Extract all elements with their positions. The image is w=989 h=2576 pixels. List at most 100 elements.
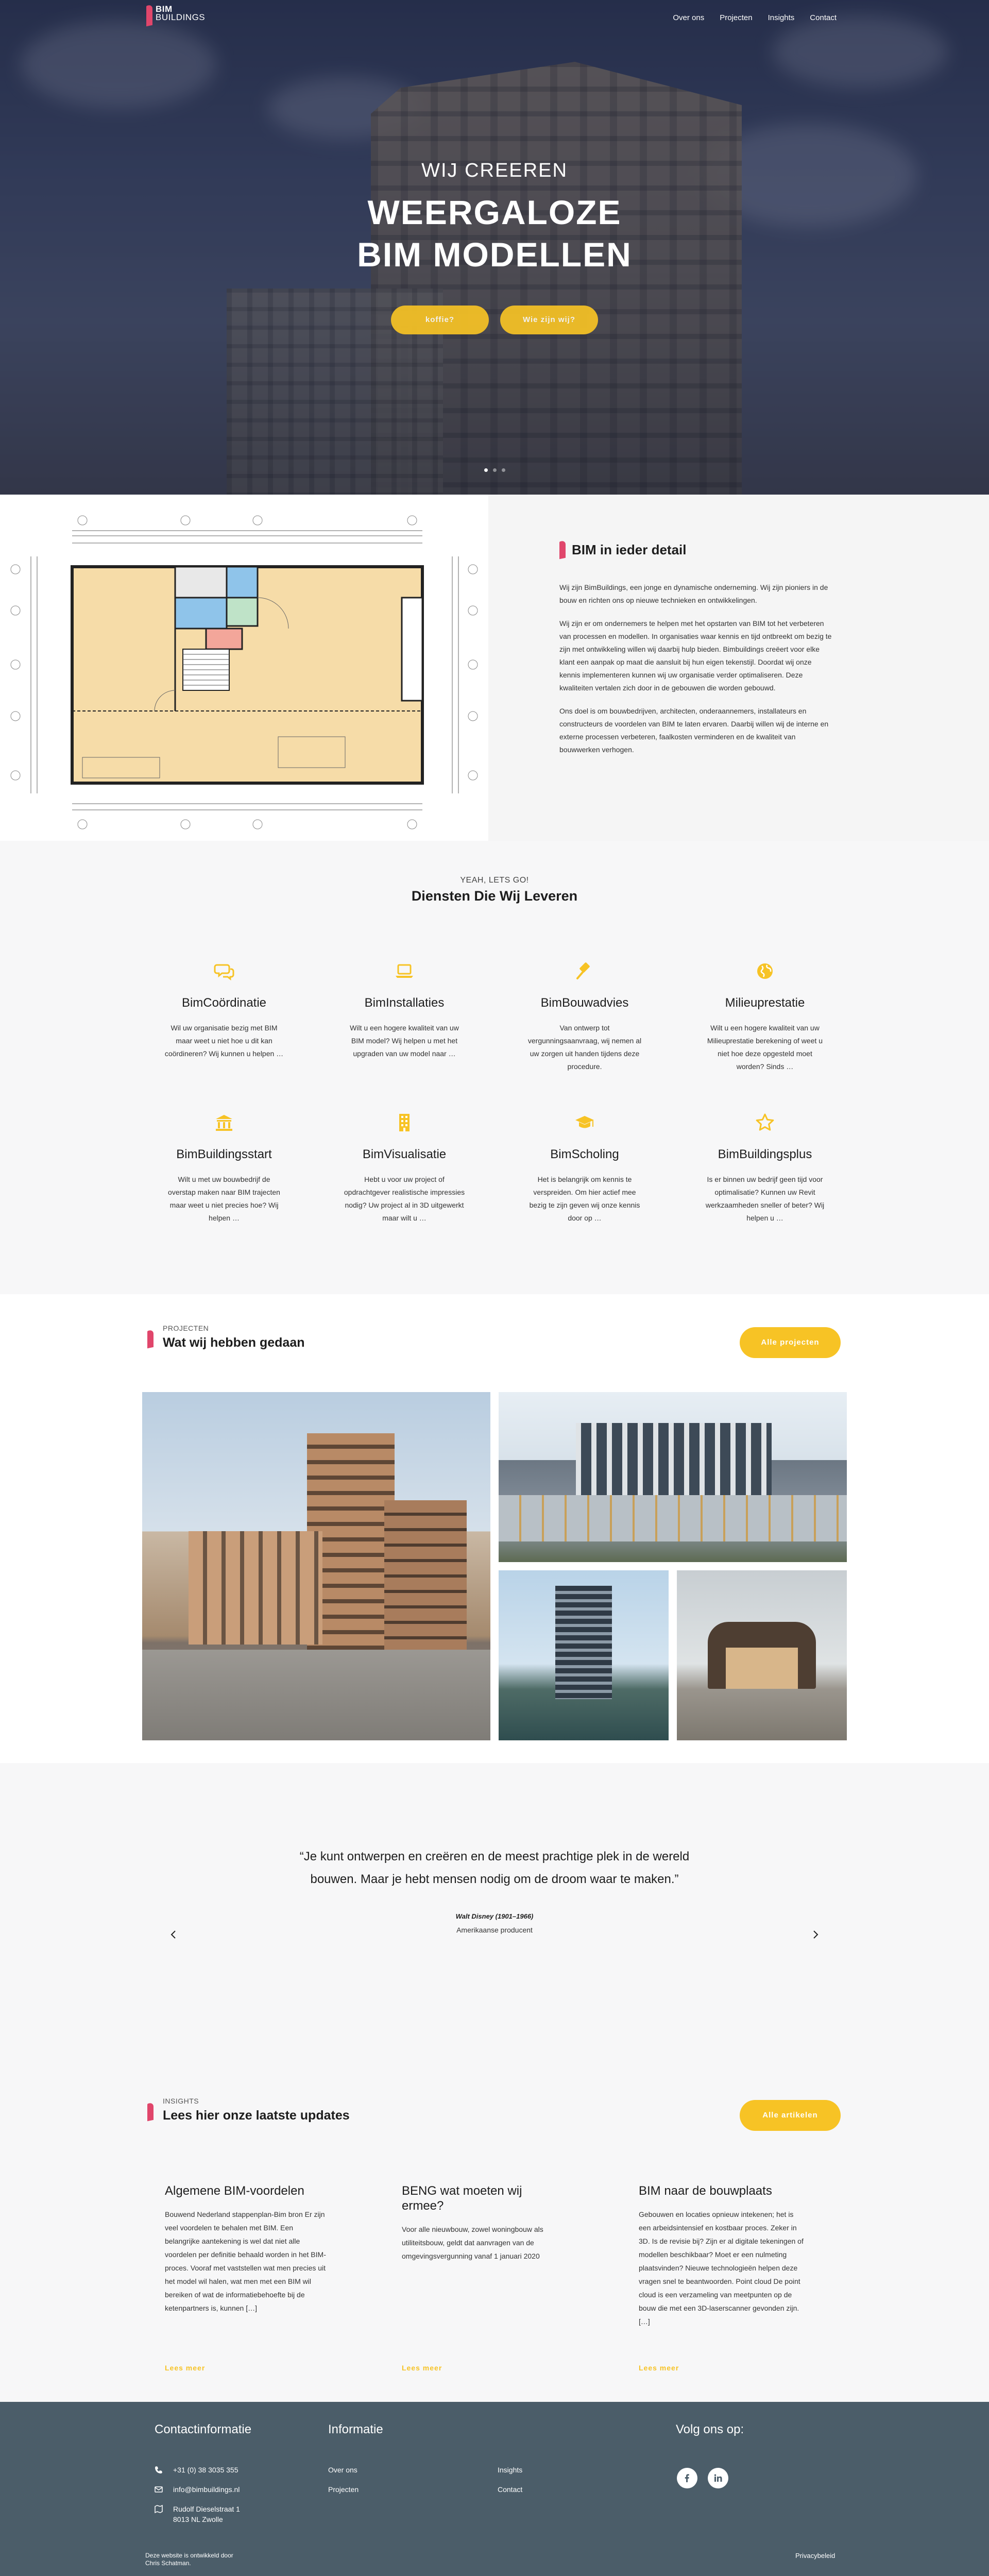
project-image[interactable] (142, 1392, 490, 1740)
comments-icon (213, 960, 235, 982)
slider-dots (0, 468, 989, 472)
slider-dot[interactable] (501, 468, 505, 472)
services-grid: BimCoördinatie Wil uw organisatie bezig … (134, 960, 855, 1225)
service-text: Wil uw organisatie bezig met BIM maar we… (164, 1024, 284, 1058)
service-text: Wilt u met uw bouwbedrijf de overstap ma… (168, 1175, 280, 1222)
detail-paragraph: Wij zijn er om ondernemers te helpen met… (559, 619, 832, 692)
projects-gallery (142, 1392, 847, 1740)
hero-section: BIM BUILDINGS Over ons Projecten Insight… (0, 0, 989, 495)
service-text: Hebt u voor uw project of opdrachtgever … (344, 1175, 465, 1222)
footer-link-contact[interactable]: Contact (498, 2485, 522, 2494)
privacy-link[interactable]: Privacybeleid (795, 2552, 835, 2560)
service-card[interactable]: BimBuildingsplus Is er binnen uw bedrijf… (675, 1111, 855, 1225)
globe-icon (754, 960, 776, 982)
nav-item-projecten[interactable]: Projecten (720, 13, 752, 22)
facebook-icon[interactable] (677, 2468, 697, 2488)
footer-email[interactable]: info@bimbuildings.nl (173, 2485, 240, 2494)
footer-address-line2: 8013 NL Zwolle (173, 2515, 223, 2523)
read-more-link[interactable]: Lees meer (165, 2364, 205, 2372)
footer-link-projecten[interactable]: Projecten (328, 2485, 359, 2494)
detail-heading: BIM in ieder detail (559, 540, 989, 560)
projects-title: Wat wij hebben gedaan (163, 1335, 305, 1350)
nav-item-insights[interactable]: Insights (768, 13, 795, 22)
logo-line2: BUILDINGS (156, 12, 206, 22)
top-navigation: BIM BUILDINGS Over ons Projecten Insight… (0, 0, 989, 41)
follow-title: Volg ons op: (676, 2422, 744, 2436)
quote-text: “Je kunt ontwerpen en creëren en de mees… (0, 1845, 989, 1891)
article-title[interactable]: BENG wat moeten wij ermee? (402, 2183, 546, 2213)
graduation-cap-icon (573, 1111, 596, 1134)
articles-list: Algemene BIM-voordelen Bouwend Nederland… (139, 2183, 850, 2379)
hero-content: WIJ CREEREN WEERGALOZE BIM MODELLEN koff… (0, 160, 989, 334)
bank-icon (213, 1111, 235, 1134)
service-card[interactable]: BimBuildingsstart Wilt u met uw bouwbedr… (134, 1111, 314, 1225)
linkedin-icon[interactable] (708, 2468, 728, 2488)
project-image[interactable] (677, 1570, 847, 1740)
chevron-right-icon[interactable] (808, 1927, 823, 1942)
hero-pretitle: WIJ CREEREN (421, 160, 568, 181)
insights-pretitle: INSIGHTS (163, 2097, 199, 2105)
hero-title-line2: BIM MODELLEN (357, 235, 632, 274)
project-image-detail (726, 1648, 798, 1689)
map-icon (155, 2504, 163, 2514)
wie-zijn-wij-button[interactable]: Wie zijn wij? (500, 306, 598, 334)
chevron-left-icon[interactable] (166, 1927, 181, 1942)
article-title[interactable]: BIM naar de bouwplaats (639, 2183, 783, 2198)
service-text: Is er binnen uw bedrijf geen tijd voor o… (705, 1175, 825, 1222)
nav-item-over-ons[interactable]: Over ons (673, 13, 704, 22)
service-text: Van ontwerp tot vergunningsaanvraag, wij… (527, 1024, 642, 1071)
article-excerpt: Gebouwen en locaties opnieuw intekenen; … (639, 2210, 804, 2326)
logo[interactable]: BIM BUILDINGS (146, 4, 206, 27)
service-title: BimCoördinatie (181, 996, 267, 1010)
service-title: BimScholing (550, 1147, 619, 1161)
service-card[interactable]: Milieuprestatie Wilt u een hogere kwalit… (675, 960, 855, 1073)
project-image-detail (499, 1495, 847, 1541)
service-title: BimBouwadvies (540, 996, 629, 1010)
service-card[interactable]: BimInstallaties Wilt u een hogere kwalit… (314, 960, 494, 1073)
all-projects-button[interactable]: Alle projecten (740, 1327, 841, 1358)
all-articles-button[interactable]: Alle artikelen (740, 2100, 841, 2131)
project-image-detail (142, 1650, 490, 1740)
project-image[interactable] (499, 1392, 847, 1562)
floor-plan-image (0, 495, 488, 841)
projects-header: PROJECTEN Wat wij hebben gedaan Alle pro… (144, 1323, 845, 1359)
credit-line2[interactable]: Chris Schatman. (145, 2560, 191, 2567)
project-image-detail (384, 1500, 467, 1650)
services-title: Diensten Die Wij Leveren (411, 888, 578, 904)
article-title[interactable]: Algemene BIM-voordelen (165, 2183, 309, 2198)
detail-text: BIM in ieder detail Wij zijn BimBuilding… (488, 495, 989, 841)
project-image[interactable] (499, 1570, 669, 1740)
detail-paragraph: Ons doel is om bouwbedrijven, architecte… (559, 707, 829, 754)
brand-mark-icon (147, 1329, 154, 1349)
hero-title-line1: WEERGALOZE (367, 193, 622, 231)
projects-section: PROJECTEN Wat wij hebben gedaan Alle pro… (0, 1294, 989, 1763)
service-text: Het is belangrijk om kennis te verspreid… (529, 1175, 640, 1222)
footer-link-over-ons[interactable]: Over ons (328, 2466, 357, 2474)
quote-author-role: Amerikaanse producent (456, 1926, 533, 1934)
footer-phone[interactable]: +31 (0) 38 3035 355 (173, 2466, 238, 2474)
article-excerpt: Bouwend Nederland stappenplan-Bim bron E… (165, 2210, 326, 2312)
footer-link-insights[interactable]: Insights (498, 2466, 522, 2474)
service-card[interactable]: BimScholing Het is belangrijk om kennis … (494, 1111, 675, 1225)
service-title: BimVisualisatie (362, 1147, 447, 1161)
service-title: BimInstallaties (364, 996, 445, 1010)
nav-item-contact[interactable]: Contact (810, 13, 837, 22)
service-title: Milieuprestatie (725, 996, 805, 1010)
project-image-detail (189, 1531, 322, 1645)
service-text: Wilt u een hogere kwaliteit van uw Milie… (707, 1024, 823, 1071)
koffie-button[interactable]: koffie? (391, 306, 489, 334)
article-excerpt: Voor alle nieuwbouw, zowel woningbouw al… (402, 2225, 543, 2260)
slider-dot[interactable] (492, 468, 497, 472)
detail-section: BIM in ieder detail Wij zijn BimBuilding… (0, 495, 989, 841)
read-more-link[interactable]: Lees meer (402, 2364, 442, 2372)
hero-buttons: koffie? Wie zijn wij? (0, 306, 989, 334)
insights-section: INSIGHTS Lees hier onze laatste updates … (0, 2082, 989, 2402)
service-card[interactable]: BimVisualisatie Hebt u voor uw project o… (314, 1111, 494, 1225)
read-more-link[interactable]: Lees meer (639, 2364, 679, 2372)
nav-links: Over ons Projecten Insights Contact (673, 13, 837, 22)
detail-title: BIM in ieder detail (572, 541, 687, 557)
brand-mark-icon (147, 2102, 154, 2122)
service-card[interactable]: BimBouwadvies Van ontwerp tot vergunning… (494, 960, 675, 1073)
service-card[interactable]: BimCoördinatie Wil uw organisatie bezig … (134, 960, 314, 1073)
slider-dot[interactable] (484, 468, 488, 472)
